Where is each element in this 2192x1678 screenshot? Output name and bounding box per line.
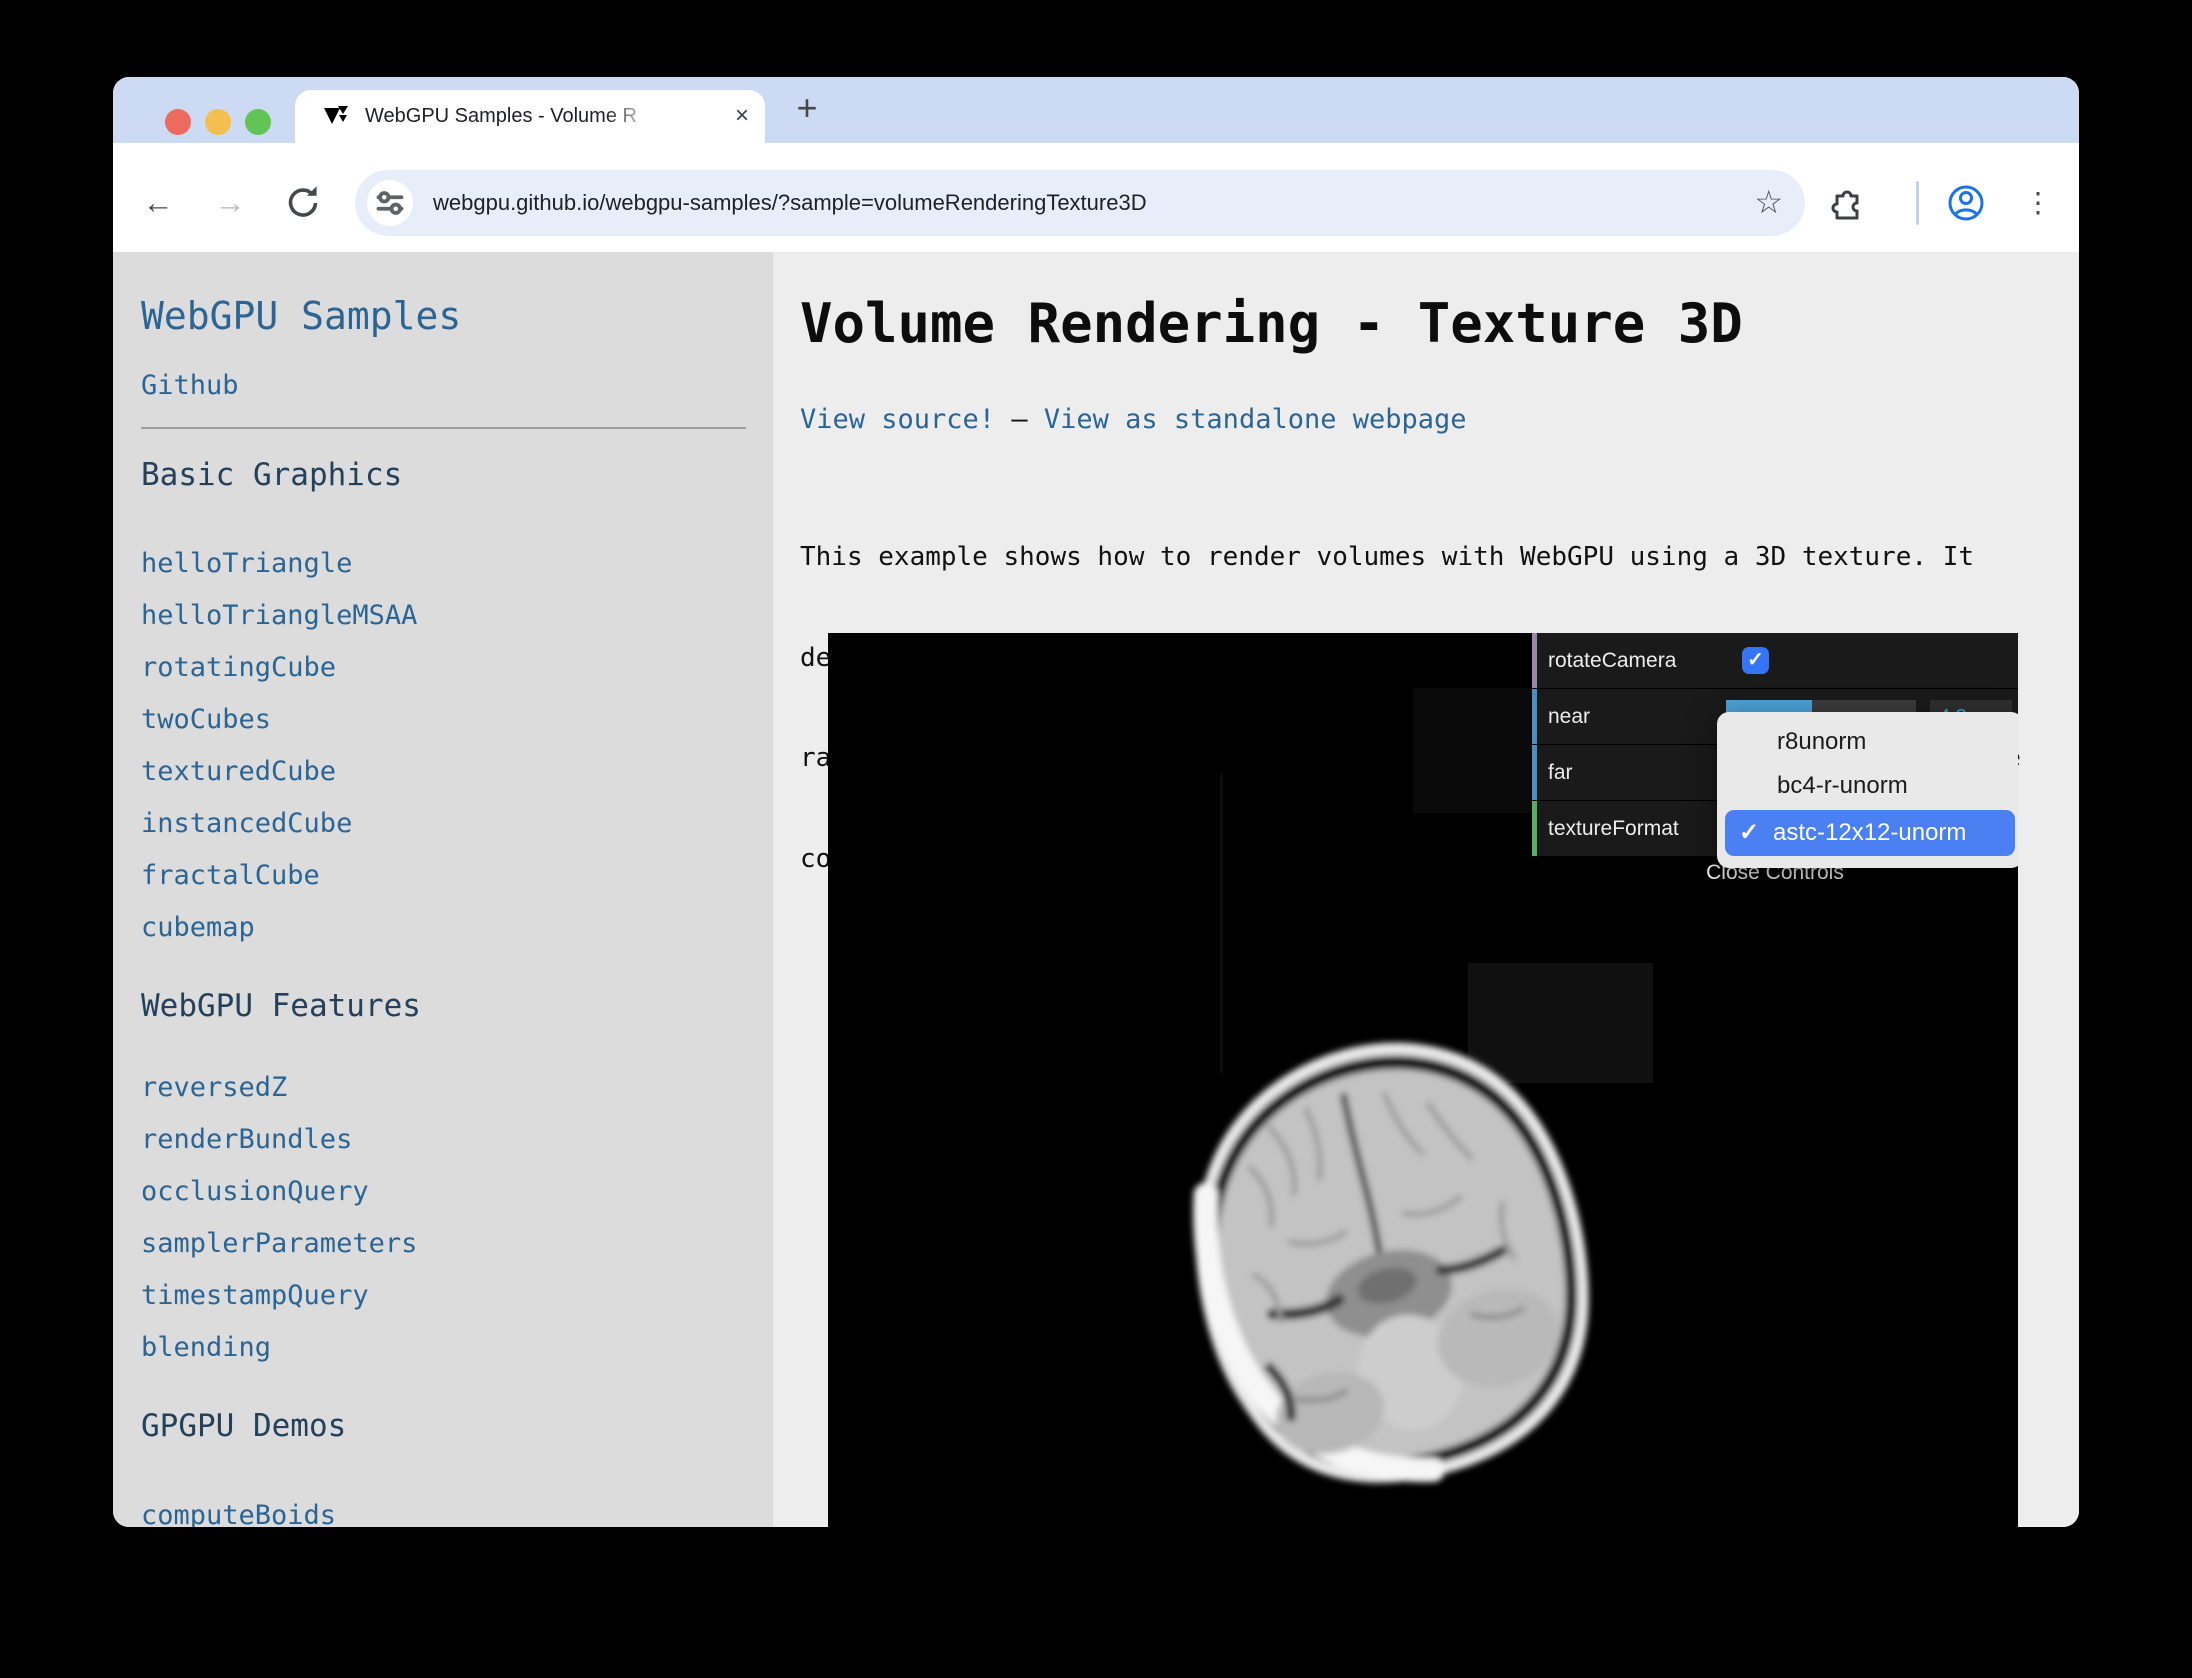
selected-check-icon: ✓ <box>1739 810 1759 856</box>
sidebar-link-renderbundles[interactable]: renderBundles <box>141 1124 352 1155</box>
sidebar-link-twocubes[interactable]: twoCubes <box>141 704 271 735</box>
webgpu-favicon-icon <box>323 103 353 131</box>
rotatecamera-checkbox[interactable]: ✓ <box>1742 647 1769 674</box>
reload-icon[interactable] <box>283 183 323 223</box>
url-text[interactable]: webgpu.github.io/webgpu-samples/?sample=… <box>433 170 1147 236</box>
browser-toolbar: ← → webgpu.github.io/webgpu-samples/?sam… <box>113 143 2079 252</box>
tab-strip: WebGPU Samples - Volume R × + <box>113 77 2079 143</box>
sidebar-link-timestampquery[interactable]: timestampQuery <box>141 1280 369 1311</box>
sidebar-link-samplerparameters[interactable]: samplerParameters <box>141 1228 417 1259</box>
sidebar-link-hellotriangle[interactable]: helloTriangle <box>141 548 352 579</box>
selected-option-label: astc-12x12-unorm <box>1773 810 1966 856</box>
main-content: Volume Rendering - Texture 3D View sourc… <box>773 252 2079 1527</box>
sidebar-title: WebGPU Samples <box>141 294 461 338</box>
page-content: WebGPU Samples Github Basic Graphics hel… <box>113 252 2079 1527</box>
profile-avatar-icon[interactable] <box>1946 183 1986 223</box>
far-label: far <box>1548 745 1573 800</box>
dropdown-option-selected[interactable]: ✓ astc-12x12-unorm <box>1725 810 2015 856</box>
sidebar-link-fractalcube[interactable]: fractalCube <box>141 860 320 891</box>
sidebar-link-rotatingcube[interactable]: rotatingCube <box>141 652 336 683</box>
row-stripe <box>1532 801 1537 856</box>
sidebar-link-texturedcube[interactable]: texturedCube <box>141 756 336 787</box>
extensions-icon[interactable] <box>1825 183 1865 223</box>
sidebar-link-hellotrianglemsaa[interactable]: helloTriangleMSAA <box>141 600 417 631</box>
sidebar-heading-basic-graphics: Basic Graphics <box>141 457 402 493</box>
bookmark-star-icon[interactable]: ☆ <box>1754 170 1783 236</box>
tab-title-fade <box>605 90 669 143</box>
sidebar-link-instancedcube[interactable]: instancedCube <box>141 808 352 839</box>
sidebar-divider <box>141 427 746 429</box>
textureformat-label: textureFormat <box>1548 801 1679 856</box>
traffic-zoom-button[interactable] <box>245 109 271 135</box>
view-source-link[interactable]: View source! <box>800 404 995 435</box>
description-line: This example shows how to render volumes… <box>800 541 2021 575</box>
browser-window: WebGPU Samples - Volume R × + ← → webgpu… <box>113 77 2079 1527</box>
near-label: near <box>1548 689 1590 744</box>
row-stripe <box>1532 633 1537 688</box>
forward-icon: → <box>210 183 250 223</box>
links-separator: – <box>1011 404 1027 435</box>
tune-icon <box>367 180 413 226</box>
row-stripe <box>1532 689 1537 744</box>
tab-close-icon[interactable]: × <box>735 90 749 143</box>
rotatecamera-label: rotateCamera <box>1548 633 1676 688</box>
back-icon[interactable]: ← <box>138 183 178 223</box>
webgpu-canvas[interactable]: rotateCamera ✓ near 4.3 far <box>828 633 2018 1527</box>
sidebar-link-computeboids[interactable]: computeBoids <box>141 1500 336 1527</box>
traffic-close-button[interactable] <box>165 109 191 135</box>
browser-tab[interactable]: WebGPU Samples - Volume R × <box>295 90 765 143</box>
sidebar-link-cubemap[interactable]: cubemap <box>141 912 255 943</box>
sample-links: View source! – View as standalone webpag… <box>800 404 1467 435</box>
sidebar-heading-webgpu-features: WebGPU Features <box>141 988 421 1024</box>
page-title: Volume Rendering - Texture 3D <box>800 292 1743 355</box>
row-stripe <box>1532 745 1537 800</box>
dropdown-option-r8unorm[interactable]: r8unorm <box>1777 722 2007 762</box>
sidebar-link-reversedz[interactable]: reversedZ <box>141 1072 287 1103</box>
sidebar-link-occlusionquery[interactable]: occlusionQuery <box>141 1176 369 1207</box>
standalone-link[interactable]: View as standalone webpage <box>1044 404 1467 435</box>
traffic-minimize-button[interactable] <box>205 109 231 135</box>
new-tab-button[interactable]: + <box>779 81 835 137</box>
dropdown-option-bc4[interactable]: bc4-r-unorm <box>1777 766 2007 806</box>
gui-row-rotatecamera: rotateCamera ✓ <box>1532 633 2018 689</box>
sidebar-link-github[interactable]: Github <box>141 370 239 401</box>
menu-dots-icon[interactable]: ⋮ <box>2018 183 2058 223</box>
textureformat-dropdown-menu: r8unorm bc4-r-unorm ✓ astc-12x12-unorm <box>1717 712 2018 868</box>
url-bar[interactable]: webgpu.github.io/webgpu-samples/?sample=… <box>355 170 1805 236</box>
toolbar-separator <box>1916 181 1919 225</box>
sidebar-nav: WebGPU Samples Github Basic Graphics hel… <box>113 252 773 1527</box>
sidebar-link-blending[interactable]: blending <box>141 1332 271 1363</box>
site-settings-button[interactable] <box>367 180 413 226</box>
sidebar-heading-gpgpu-demos: GPGPU Demos <box>141 1408 346 1444</box>
